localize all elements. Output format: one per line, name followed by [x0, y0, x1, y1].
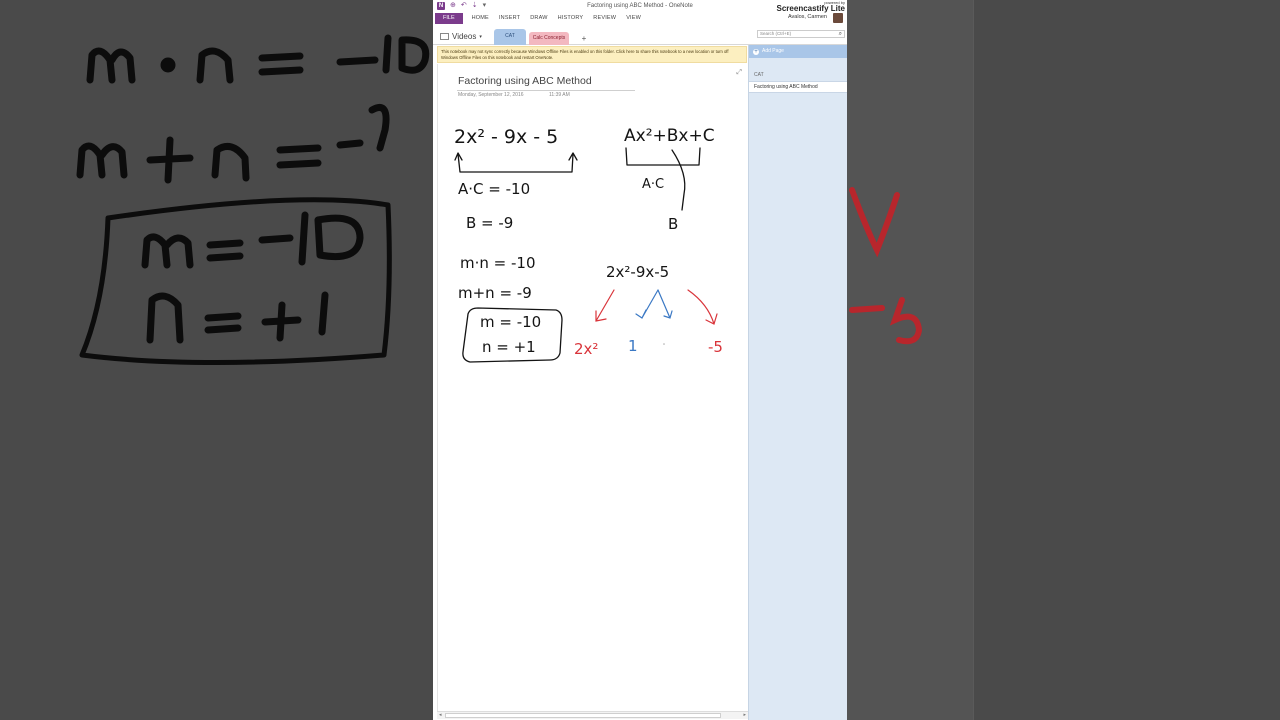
chevron-down-icon: ▾ [479, 33, 482, 40]
section-tab-calc-concepts[interactable]: Calc Concepts [529, 32, 569, 45]
section-tab-cat[interactable]: CAT [494, 29, 526, 45]
ink-ac-line: A·C = -10 [458, 180, 530, 198]
avatar[interactable] [833, 13, 843, 23]
ink-split-middle: 1 [628, 337, 638, 355]
ink-b-line: B = -9 [466, 214, 513, 232]
blurred-background-left [0, 0, 433, 720]
search-input[interactable]: Search (Ctrl+E) ⌕ [757, 30, 845, 38]
ink-general-ac: A·C [642, 177, 664, 192]
tab-history[interactable]: HISTORY [553, 15, 589, 21]
ribbon-tabs: FILE HOME INSERT DRAW HISTORY REVIEW VIE… [433, 12, 847, 24]
tab-view[interactable]: VIEW [621, 15, 646, 21]
blurred-background-right [847, 0, 1280, 720]
pages-section-label: CAT [754, 72, 764, 78]
add-page-label: Add Page [762, 48, 784, 54]
tab-insert[interactable]: INSERT [494, 15, 525, 21]
ink-arrow-red-right [687, 289, 718, 325]
tab-draw[interactable]: DRAW [525, 15, 552, 21]
user-name[interactable]: Avalos, Carmen [788, 14, 827, 20]
ink-arrow-red-left [595, 289, 615, 322]
ink-split-last: -5 [708, 338, 723, 356]
ink-bracket-main [457, 153, 574, 173]
blurred-ink-right [849, 187, 923, 345]
ink-mn-sum: m+n = -9 [458, 284, 532, 302]
ink-arrow-blue-left [635, 289, 659, 319]
ink-general-b: B [668, 215, 678, 233]
search-icon[interactable]: ⌕ [839, 31, 842, 37]
ink-split-first: 2x² [574, 340, 598, 358]
sync-warning-banner[interactable]: This notebook may not sync correctly bec… [437, 46, 747, 63]
plus-icon: + [753, 48, 759, 55]
horizontal-scrollbar[interactable]: ◂ ▸ [437, 711, 748, 719]
blurred-ink-left [76, 34, 430, 365]
ink-general-form: Ax²+Bx+C [624, 126, 715, 146]
ink-dot [663, 343, 665, 345]
ink-mn-product: m·n = -10 [460, 254, 536, 272]
pages-pane: + Add Page CAT Factoring using ABC Metho… [748, 45, 847, 720]
page-canvas[interactable]: ⤢ Factoring using ABC Method Monday, Sep… [437, 64, 748, 714]
handwritten-ink: 2x² - 9x - 5 Ax²+Bx+C A·C = -10 B = -9 A… [454, 126, 723, 363]
title-bar: N ⊕ ↶ ⇣ ▾ Factoring using ABC Method - O… [433, 0, 847, 13]
scroll-left-icon[interactable]: ◂ [439, 712, 442, 719]
tab-review[interactable]: REVIEW [588, 15, 621, 21]
notebook-name: Videos [452, 32, 477, 41]
ink-bracket-general [625, 147, 701, 166]
ink-bracket-arrows [454, 152, 578, 161]
scrollbar-thumb[interactable] [445, 713, 721, 718]
ink-box-n: n = +1 [482, 338, 536, 356]
add-page-button[interactable]: + Add Page [749, 45, 847, 58]
ink-curve-general [671, 149, 686, 211]
scroll-right-icon[interactable]: ▸ [743, 712, 746, 719]
tab-home[interactable]: HOME [467, 15, 494, 21]
ink-box-m: m = -10 [480, 313, 541, 331]
add-section-button[interactable]: + [579, 32, 589, 45]
ink-expr-main: 2x² - 9x - 5 [454, 126, 558, 148]
ink-arrow-blue-right [657, 289, 673, 319]
notebook-icon [440, 33, 449, 40]
notebook-navigation: Videos ▾ CAT Calc Concepts + Search (Ctr… [433, 24, 847, 45]
tab-file[interactable]: FILE [435, 12, 463, 24]
page-list-item[interactable]: Factoring using ABC Method [749, 81, 847, 93]
screen: N ⊕ ↶ ⇣ ▾ Factoring using ABC Method - O… [0, 0, 1280, 720]
search-placeholder: Search (Ctrl+E) [760, 31, 792, 36]
ink-expr-split: 2x²-9x-5 [606, 263, 669, 281]
notebook-picker[interactable]: Videos ▾ [440, 32, 482, 41]
onenote-window: N ⊕ ↶ ⇣ ▾ Factoring using ABC Method - O… [433, 0, 847, 720]
